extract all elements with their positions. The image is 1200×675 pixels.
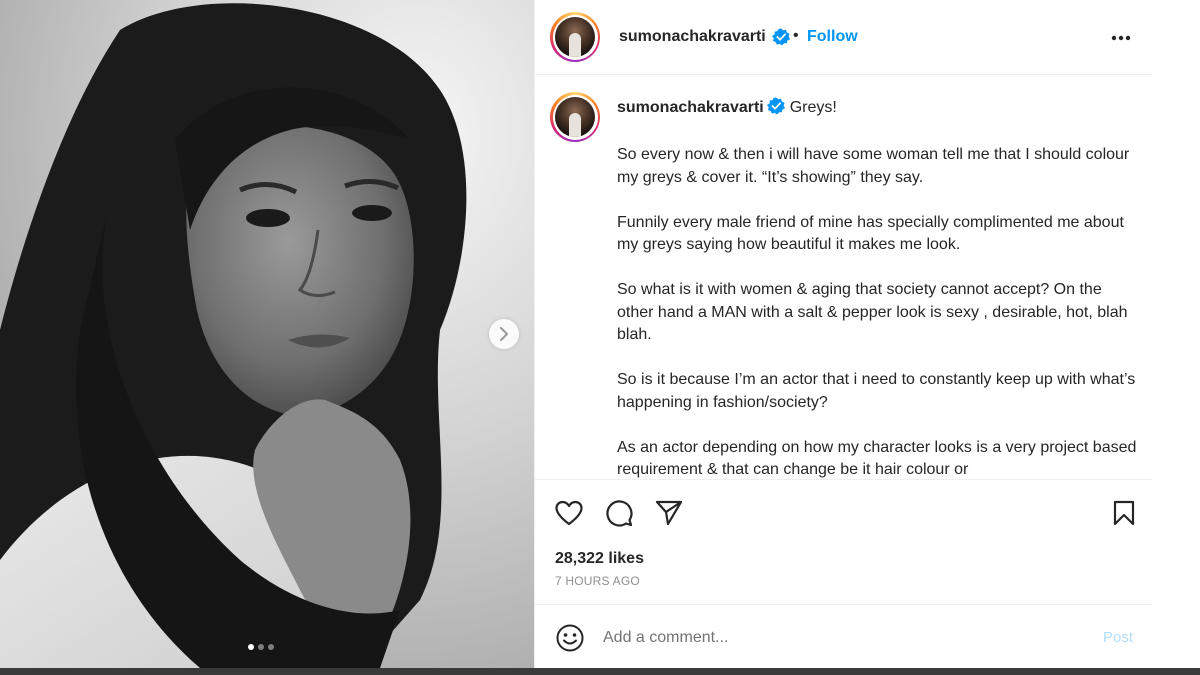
caption-paragraph: So what is it with women & aging that so… <box>617 281 1128 343</box>
caption-section[interactable]: sumonachakravarti Greys! So every now & … <box>535 76 1153 479</box>
avatar[interactable] <box>550 12 600 62</box>
carousel-dots <box>248 644 274 650</box>
heart-icon <box>555 500 583 526</box>
post-photo <box>0 0 534 668</box>
carousel-dot <box>248 644 254 650</box>
paper-plane-icon <box>655 500 683 526</box>
post-details-panel: sumonachakravarti • Follow sumonachakrav… <box>534 0 1153 668</box>
verified-badge-icon <box>772 28 790 46</box>
username-link[interactable]: sumonachakravarti <box>619 28 766 46</box>
like-button[interactable] <box>554 498 584 528</box>
likes-count[interactable]: 28,322 likes <box>555 550 644 568</box>
comment-input[interactable] <box>603 625 1063 651</box>
carousel-next-button[interactable] <box>489 319 519 349</box>
caption-paragraph: As an actor depending on how my characte… <box>617 438 1137 479</box>
separator-dot: • <box>793 27 799 44</box>
caption-text: So every now & then i will have some wom… <box>617 144 1137 479</box>
more-options-icon <box>1111 35 1131 41</box>
caption-title: Greys! <box>789 99 837 116</box>
caption-paragraph: Funnily every male friend of mine has sp… <box>617 213 1124 254</box>
post-media <box>0 0 534 668</box>
verified-badge-icon <box>766 97 785 115</box>
comment-button[interactable] <box>604 498 634 528</box>
carousel-dot <box>258 644 264 650</box>
post-comment-button[interactable]: Post <box>1103 629 1133 646</box>
bookmark-icon <box>1113 500 1135 526</box>
feed-strip <box>0 668 1200 675</box>
more-options-button[interactable] <box>1109 26 1133 50</box>
caption-paragraph: So every now & then i will have some wom… <box>617 146 1130 186</box>
caption-avatar[interactable] <box>550 92 600 142</box>
caption-paragraph: So is it because I’m an actor that i nee… <box>617 371 1136 411</box>
post-timestamp[interactable]: 7 HOURS AGO <box>555 574 640 588</box>
chevron-right-icon <box>500 327 508 341</box>
comment-icon <box>606 500 633 527</box>
emoji-button[interactable] <box>555 623 585 653</box>
save-button[interactable] <box>1109 498 1139 528</box>
post-header: sumonachakravarti • Follow <box>535 0 1153 75</box>
caption-username-link[interactable]: sumonachakravarti <box>617 99 764 116</box>
share-button[interactable] <box>654 498 684 528</box>
emoji-icon <box>556 624 584 652</box>
carousel-dot <box>268 644 274 650</box>
follow-button[interactable]: Follow <box>807 28 858 46</box>
page-gutter <box>1152 0 1200 668</box>
comment-bar: Post <box>535 604 1153 668</box>
caption-header: sumonachakravarti Greys! <box>617 97 837 117</box>
